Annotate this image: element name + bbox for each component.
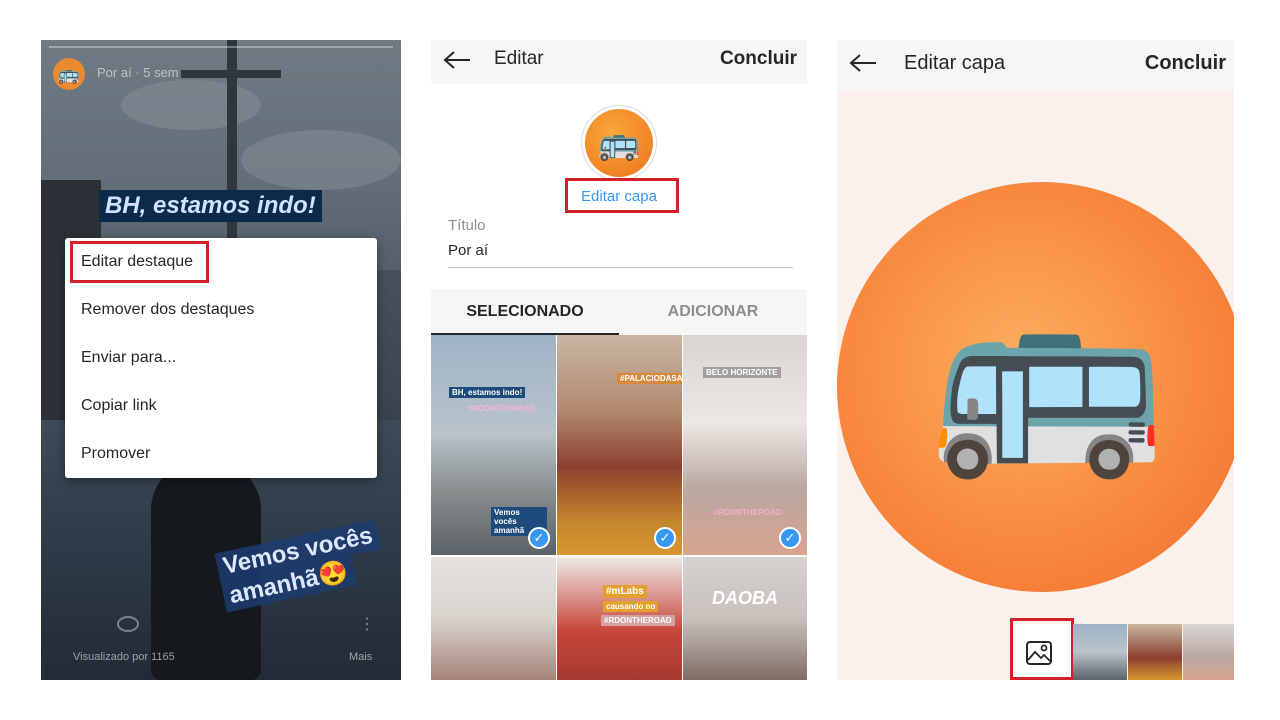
back-arrow-icon[interactable] [849, 53, 877, 73]
page-title: Editar capa [904, 52, 1006, 74]
cloud [241, 130, 401, 190]
story-progress-bar [49, 46, 393, 48]
done-button[interactable]: Concluir [720, 48, 797, 70]
bus-emoji-cover: 🚌 [929, 269, 1166, 481]
menu-item-copy-link[interactable]: Copiar link [81, 382, 371, 430]
eye-icon[interactable] [117, 616, 139, 632]
highlight-box-gallery [1010, 618, 1074, 680]
light-tower-arm [181, 70, 281, 78]
highlight-tabs: SELECIONADO ADICIONAR [431, 289, 807, 335]
edit-highlight-panel: Editar Concluir 🚌 Editar capa Título Por… [431, 40, 807, 680]
menu-item-send-to[interactable]: Enviar para... [81, 334, 371, 382]
views-count[interactable]: Visualizado por 1165 [73, 651, 175, 663]
highlight-avatar[interactable]: 🚌 [53, 58, 85, 90]
more-dots-icon[interactable]: ⋮ [359, 614, 375, 634]
menu-item-promote[interactable]: Promover [81, 430, 371, 478]
title-field-label: Título [448, 217, 486, 234]
tab-add[interactable]: ADICIONAR [619, 303, 807, 321]
cloud [121, 80, 261, 130]
title-field[interactable]: Por aí [448, 242, 488, 259]
cover-thumbnail[interactable] [1183, 624, 1234, 680]
cover-thumbnail-strip [1073, 624, 1234, 680]
story-thumbnail[interactable]: BELO HORIZONTE #RDONTHEROAD ✓ [683, 335, 807, 555]
story-thumbnail[interactable] [431, 557, 556, 680]
story-sticker-top: BH, estamos indo! [99, 190, 322, 222]
edit-cover-header: Editar capa Concluir [837, 40, 1234, 90]
title-field-underline [448, 267, 793, 268]
done-button[interactable]: Concluir [1145, 52, 1226, 75]
highlight-box-edit-cover [565, 178, 679, 213]
story-timestamp: Por aí · 5 sem [97, 65, 179, 80]
highlight-box-edit [70, 241, 209, 283]
selected-check-icon: ✓ [654, 527, 676, 549]
cover-thumbnail[interactable] [1128, 624, 1182, 680]
edit-header: Editar Concluir [431, 40, 807, 84]
story-thumbnail[interactable]: #PALACIODASARTES ✓ [557, 335, 682, 555]
story-viewer-panel: 🚌 Por aí · 5 sem BH, estamos indo! Vemos… [41, 40, 401, 680]
tab-selected[interactable]: SELECIONADO [431, 303, 619, 321]
story-grid: BH, estamos indo! #RDONTHEROAD Vemos voc… [431, 335, 807, 680]
back-arrow-icon[interactable] [443, 50, 471, 70]
story-thumbnail[interactable]: #mLabs causando no #RDONTHEROAD [557, 557, 682, 680]
story-thumbnail[interactable]: DAOBA [683, 557, 807, 680]
edit-cover-panel: Editar capa Concluir 🚌 [837, 40, 1234, 680]
cover-thumbnail[interactable] [1073, 624, 1127, 680]
story-thumbnail[interactable]: BH, estamos indo! #RDONTHEROAD Vemos voc… [431, 335, 556, 555]
menu-item-remove-highlight[interactable]: Remover dos destaques [81, 286, 371, 334]
selected-check-icon: ✓ [528, 527, 550, 549]
more-label[interactable]: Mais [349, 651, 372, 663]
selected-check-icon: ✓ [779, 527, 801, 549]
page-title: Editar [494, 48, 544, 69]
highlight-cover[interactable]: 🚌 [585, 109, 653, 177]
